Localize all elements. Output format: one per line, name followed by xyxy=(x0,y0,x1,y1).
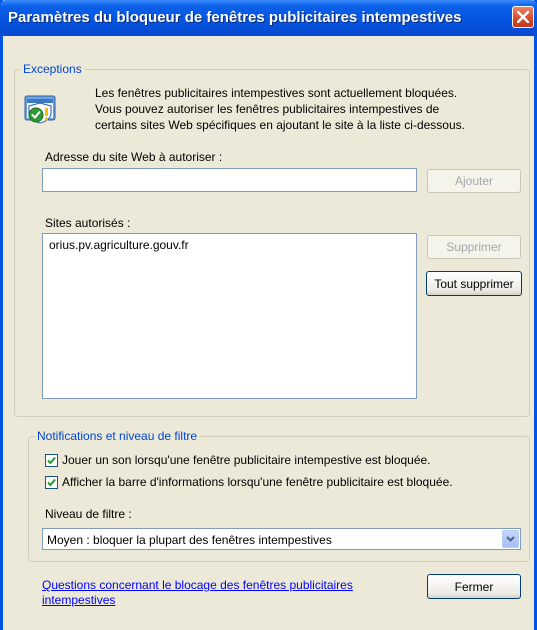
filter-level-value: Moyen : bloquer la plupart des fenêtres … xyxy=(47,533,332,547)
exceptions-legend: Exceptions xyxy=(21,62,84,76)
address-label: Adresse du site Web à autoriser : xyxy=(45,150,223,164)
exceptions-info-text: Les fenêtres publicitaires intempestives… xyxy=(95,86,465,132)
filter-dropdown-button[interactable] xyxy=(502,530,519,548)
play-sound-option[interactable]: Jouer un son lorsqu'une fenêtre publicit… xyxy=(45,453,431,467)
show-infobar-option[interactable]: Afficher la barre d'informations lorsqu'… xyxy=(45,475,453,489)
filter-level-label: Niveau de filtre : xyxy=(45,507,132,521)
add-button[interactable]: Ajouter xyxy=(427,169,521,193)
allowed-sites-list[interactable]: orius.pv.agriculture.gouv.fr xyxy=(42,233,417,399)
close-button[interactable]: Fermer xyxy=(427,574,521,599)
show-infobar-label: Afficher la barre d'informations lorsqu'… xyxy=(62,475,453,489)
filter-level-select[interactable]: Moyen : bloquer la plupart des fenêtres … xyxy=(42,528,521,550)
address-input[interactable] xyxy=(42,168,417,192)
play-sound-checkbox[interactable] xyxy=(45,453,58,467)
help-link[interactable]: Questions concernant le blocage des fenê… xyxy=(42,578,353,608)
show-infobar-checkbox[interactable] xyxy=(45,475,58,489)
remove-button[interactable]: Supprimer xyxy=(427,235,521,259)
play-sound-label: Jouer un son lorsqu'une fenêtre publicit… xyxy=(62,453,431,467)
list-item[interactable]: orius.pv.agriculture.gouv.fr xyxy=(43,234,416,252)
title-bar[interactable]: Paramètres du bloqueur de fenêtres publi… xyxy=(0,0,537,36)
window-title: Paramètres du bloqueur de fenêtres publi… xyxy=(8,9,462,26)
security-shield-icon xyxy=(23,94,57,127)
notifications-legend: Notifications et niveau de filtre xyxy=(35,429,200,443)
check-icon xyxy=(47,478,56,486)
remove-all-button[interactable]: Tout supprimer xyxy=(426,271,522,296)
chevron-down-icon xyxy=(506,536,515,542)
close-icon xyxy=(517,11,529,23)
allowed-sites-label: Sites autorisés : xyxy=(45,216,131,230)
check-icon xyxy=(47,456,56,464)
popup-blocker-settings-dialog: Paramètres du bloqueur de fenêtres publi… xyxy=(0,0,537,630)
close-window-button[interactable] xyxy=(512,6,534,28)
